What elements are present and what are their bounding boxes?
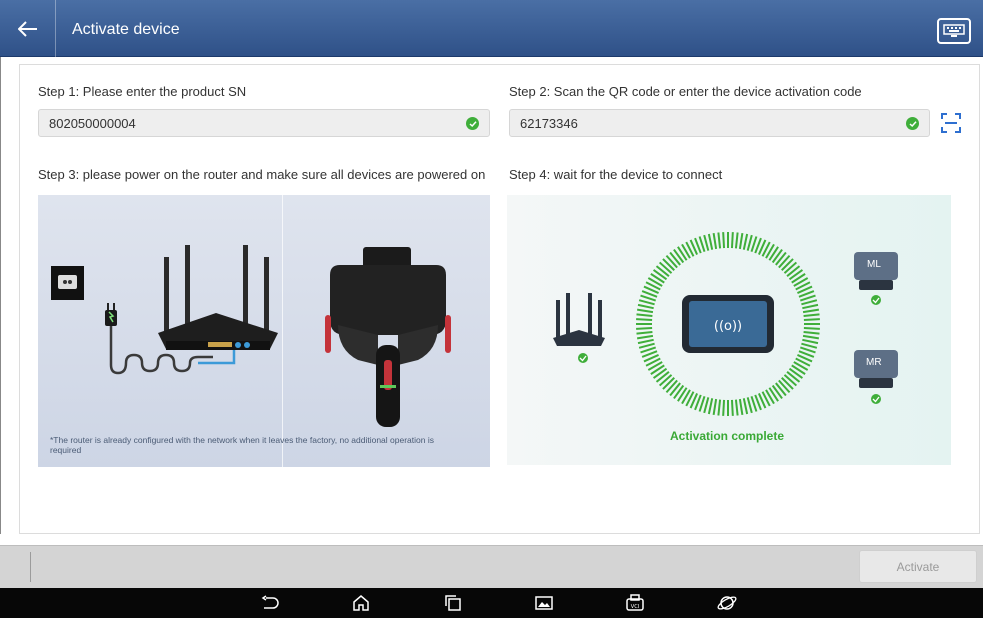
back-icon[interactable] — [259, 592, 281, 614]
app-header: Activate device — [0, 0, 983, 57]
scan-qr-button[interactable] — [941, 113, 961, 133]
page-title: Activate device — [72, 21, 180, 38]
vci-icon[interactable]: VCI — [624, 592, 646, 614]
browser-icon[interactable] — [716, 592, 738, 614]
activation-code-input[interactable] — [520, 110, 856, 136]
check-circle-icon — [906, 117, 919, 130]
router-setup-illustration: *The router is already configured with t… — [38, 195, 490, 467]
activation-status: Activation complete — [669, 429, 785, 443]
keyboard-icon — [943, 24, 965, 37]
router-illustration — [51, 245, 451, 427]
scan-icon — [941, 113, 961, 133]
router-note: *The router is already configured with t… — [50, 435, 434, 455]
device-connection-illustration: ((o)) ML MR Activation complete — [507, 195, 951, 465]
home-icon[interactable] — [350, 592, 372, 614]
svg-text:((o)): ((o)) — [714, 319, 742, 334]
illustration-divider — [282, 195, 283, 467]
svg-text:VCI: VCI — [631, 604, 639, 610]
recents-icon[interactable] — [442, 592, 464, 614]
step2-label: Step 2: Scan the QR code or enter the de… — [509, 84, 862, 99]
step4-label: Step 4: wait for the device to connect — [509, 167, 723, 182]
activate-button[interactable]: Activate — [859, 550, 977, 583]
step3-label: Step 3: please power on the router and m… — [38, 167, 486, 182]
product-sn-input[interactable] — [49, 110, 409, 136]
action-bar-separator — [30, 552, 31, 582]
keyboard-button[interactable] — [937, 18, 971, 44]
check-circle-icon — [466, 117, 479, 130]
step1-label: Step 1: Please enter the product SN — [38, 84, 247, 99]
ml-device-label: ML — [867, 259, 881, 270]
mr-device-label: MR — [866, 357, 882, 368]
product-sn-field[interactable] — [38, 109, 490, 137]
activation-code-field[interactable] — [509, 109, 930, 137]
window-frame — [0, 57, 8, 534]
back-button[interactable] — [0, 0, 56, 57]
router-small-icon — [553, 293, 605, 363]
activation-ring: ((o)) — [553, 232, 898, 416]
gallery-icon[interactable] — [533, 592, 555, 614]
back-arrow-icon — [17, 20, 37, 37]
system-nav-bar: VCI — [0, 588, 983, 618]
action-bar: Activate — [0, 545, 983, 588]
